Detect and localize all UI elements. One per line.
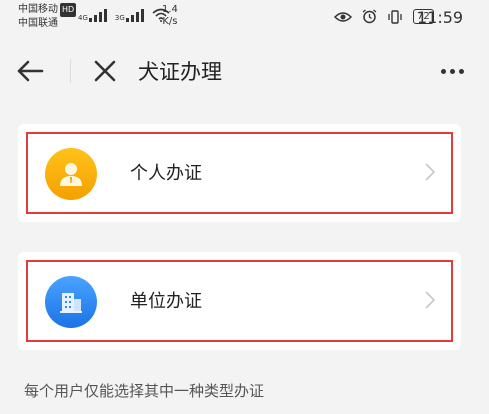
signal-2-icon bbox=[125, 9, 144, 22]
nav-divider bbox=[70, 59, 71, 83]
chevron-right-icon bbox=[425, 291, 436, 309]
speed-unit: K/s bbox=[162, 16, 178, 27]
close-button[interactable] bbox=[86, 52, 124, 90]
vibrate-icon bbox=[388, 9, 402, 24]
speed-value: 1.4 bbox=[162, 4, 178, 15]
hint-text: 每个用户仅能选择其中一种类型办证 bbox=[24, 382, 265, 400]
back-arrow-icon bbox=[17, 60, 44, 82]
organization-license-label: 单位办证 bbox=[130, 291, 202, 312]
more-dot-icon bbox=[458, 68, 464, 74]
organization-license-option[interactable]: 单位办证 bbox=[18, 252, 461, 350]
back-button[interactable] bbox=[10, 52, 50, 90]
status-bar: 中国移动 HD 中国联通 4G 3G 1.4 K/s 72 11:59 bbox=[0, 0, 489, 40]
personal-license-label: 个人办证 bbox=[130, 163, 202, 184]
carrier-info: 中国移动 HD 中国联通 bbox=[18, 3, 77, 31]
page-title: 犬证办理 bbox=[138, 60, 222, 84]
more-dot-icon bbox=[440, 68, 446, 74]
carrier-2: 中国联通 bbox=[18, 18, 58, 29]
net-type-1: 4G bbox=[78, 14, 88, 22]
nav-bar: 犬证办理 bbox=[0, 40, 489, 102]
signal-1-icon bbox=[88, 9, 107, 22]
network-speed: 1.4 K/s bbox=[162, 4, 178, 28]
signal-group: 4G 3G bbox=[78, 8, 170, 22]
alarm-icon bbox=[362, 9, 377, 24]
net-type-2: 3G bbox=[114, 14, 125, 22]
eye-icon bbox=[334, 11, 352, 22]
person-icon bbox=[45, 148, 97, 200]
personal-license-option[interactable]: 个人办证 bbox=[18, 124, 461, 222]
building-icon bbox=[45, 276, 97, 328]
close-icon bbox=[94, 60, 116, 82]
hd-badge: HD bbox=[60, 3, 77, 17]
more-dot-icon bbox=[449, 68, 455, 74]
clock: 11:59 bbox=[417, 8, 464, 27]
more-menu-button[interactable] bbox=[432, 52, 472, 90]
chevron-right-icon bbox=[425, 163, 436, 181]
carrier-1: 中国移动 bbox=[18, 4, 58, 15]
